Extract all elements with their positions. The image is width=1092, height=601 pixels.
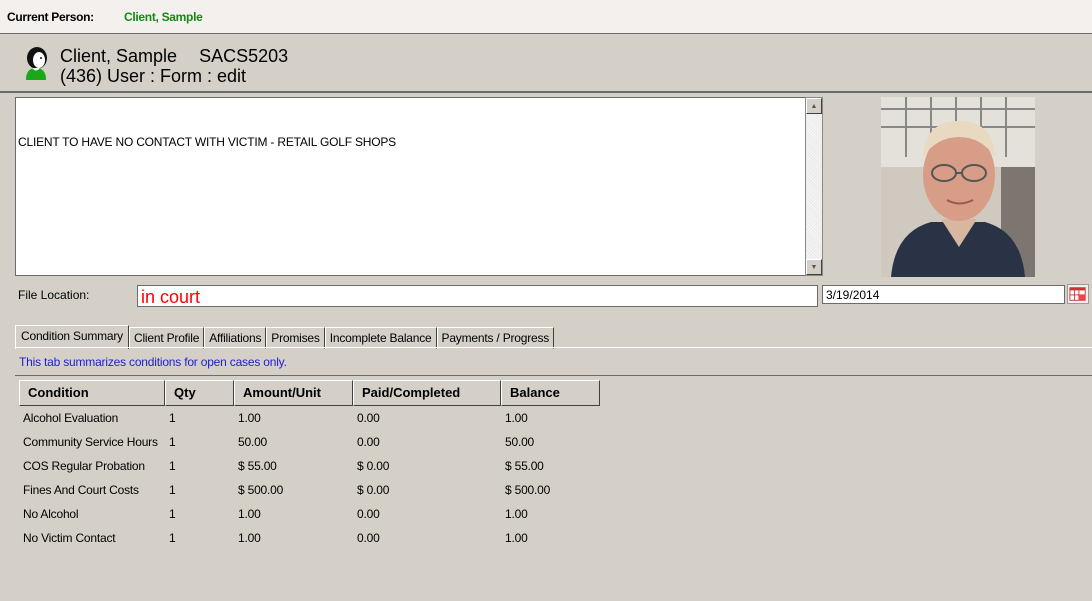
current-person-label: Current Person:	[7, 10, 94, 24]
tab-bar: Condition Summary Client Profile Affilia…	[15, 325, 555, 349]
table-row[interactable]: Fines And Court Costs 1 $ 500.00 $ 0.00 …	[19, 478, 600, 502]
cell-condition: No Alcohol	[23, 507, 79, 521]
cell-paid: 0.00	[357, 507, 380, 521]
cell-amount: 1.00	[238, 531, 261, 545]
cell-amount: 1.00	[238, 507, 261, 521]
header-balance[interactable]: Balance	[501, 380, 600, 406]
date-value: 3/19/2014	[826, 288, 880, 302]
cell-qty: 1	[169, 435, 176, 449]
client-avatar-icon	[26, 47, 47, 80]
client-title: Client, Sample SACS5203	[60, 46, 288, 66]
form-path: (436) User : Form : edit	[60, 66, 247, 86]
scroll-up-button[interactable]: ▲	[806, 98, 822, 114]
table-row[interactable]: Alcohol Evaluation 1 1.00 0.00 1.00	[19, 406, 600, 430]
cell-condition: Fines And Court Costs	[23, 483, 139, 497]
header-condition[interactable]: Condition	[19, 380, 165, 406]
cell-condition: COS Regular Probation	[23, 459, 145, 473]
notes-scrollbar[interactable]: ▲ ▼	[805, 97, 823, 276]
date-input[interactable]: 3/19/2014	[822, 285, 1065, 304]
table-row[interactable]: COS Regular Probation 1 $ 55.00 $ 0.00 $…	[19, 454, 600, 478]
cell-amount: 1.00	[238, 411, 261, 425]
current-person-bar: Current Person: Client, Sample	[0, 0, 1092, 34]
notes-textarea[interactable]: CLIENT TO HAVE NO CONTACT WITH VICTIM - …	[15, 97, 823, 276]
cell-balance: 1.00	[505, 411, 528, 425]
cell-qty: 1	[169, 531, 176, 545]
header-qty[interactable]: Qty	[165, 380, 234, 406]
client-id: SACS5203	[199, 46, 289, 66]
client-name: Client, Sample	[60, 46, 178, 66]
cell-condition: Alcohol Evaluation	[23, 411, 119, 425]
table-header: Condition Qty Amount/Unit Paid/Completed…	[19, 380, 600, 406]
cell-balance: 50.00	[505, 435, 535, 449]
table-row[interactable]: No Victim Contact 1 1.00 0.00 1.00	[19, 526, 600, 550]
calendar-icon[interactable]	[1067, 284, 1089, 304]
cell-qty: 1	[169, 411, 176, 425]
client-photo	[881, 97, 1035, 277]
header-amount-unit[interactable]: Amount/Unit	[234, 380, 353, 406]
tab-condition-summary[interactable]: Condition Summary	[15, 325, 129, 349]
cell-balance: 1.00	[505, 507, 528, 521]
cell-balance: $ 500.00	[505, 483, 551, 497]
cell-amount: $ 55.00	[238, 459, 277, 473]
cell-amount: $ 500.00	[238, 483, 284, 497]
cell-condition: No Victim Contact	[23, 531, 116, 545]
file-location-value: in court	[141, 287, 201, 307]
tab-payments-progress[interactable]: Payments / Progress	[436, 327, 555, 349]
cell-balance: $ 55.00	[505, 459, 544, 473]
table-row[interactable]: Community Service Hours 1 50.00 0.00 50.…	[19, 430, 600, 454]
client-header: Client, Sample SACS5203 (436) User : Form…	[0, 35, 1092, 93]
scroll-down-button[interactable]: ▼	[806, 259, 822, 275]
separator	[15, 375, 1092, 376]
cell-amount: 50.00	[238, 435, 268, 449]
tab-incomplete-balance[interactable]: Incomplete Balance	[324, 327, 437, 349]
current-person-name[interactable]: Client, Sample	[124, 10, 203, 24]
cell-qty: 1	[169, 483, 176, 497]
tab-client-profile[interactable]: Client Profile	[128, 327, 205, 349]
cell-balance: 1.00	[505, 531, 528, 545]
tab-description: This tab summarizes conditions for open …	[19, 355, 287, 369]
tab-affiliations[interactable]: Affiliations	[204, 327, 267, 349]
notes-text: CLIENT TO HAVE NO CONTACT WITH VICTIM - …	[18, 135, 396, 149]
cell-paid: $ 0.00	[357, 459, 390, 473]
cell-qty: 1	[169, 507, 176, 521]
cell-paid: $ 0.00	[357, 483, 390, 497]
header-paid-completed[interactable]: Paid/Completed	[353, 380, 501, 406]
table-row[interactable]: No Alcohol 1 1.00 0.00 1.00	[19, 502, 600, 526]
file-location-input[interactable]: in court	[137, 285, 818, 307]
tab-promises[interactable]: Promises	[266, 327, 325, 349]
cell-condition: Community Service Hours	[23, 435, 158, 449]
file-location-label: File Location:	[18, 288, 90, 302]
cell-paid: 0.00	[357, 435, 380, 449]
condition-table: Condition Qty Amount/Unit Paid/Completed…	[19, 380, 600, 550]
cell-qty: 1	[169, 459, 176, 473]
cell-paid: 0.00	[357, 531, 380, 545]
cell-paid: 0.00	[357, 411, 380, 425]
tab-divider	[15, 347, 1092, 348]
